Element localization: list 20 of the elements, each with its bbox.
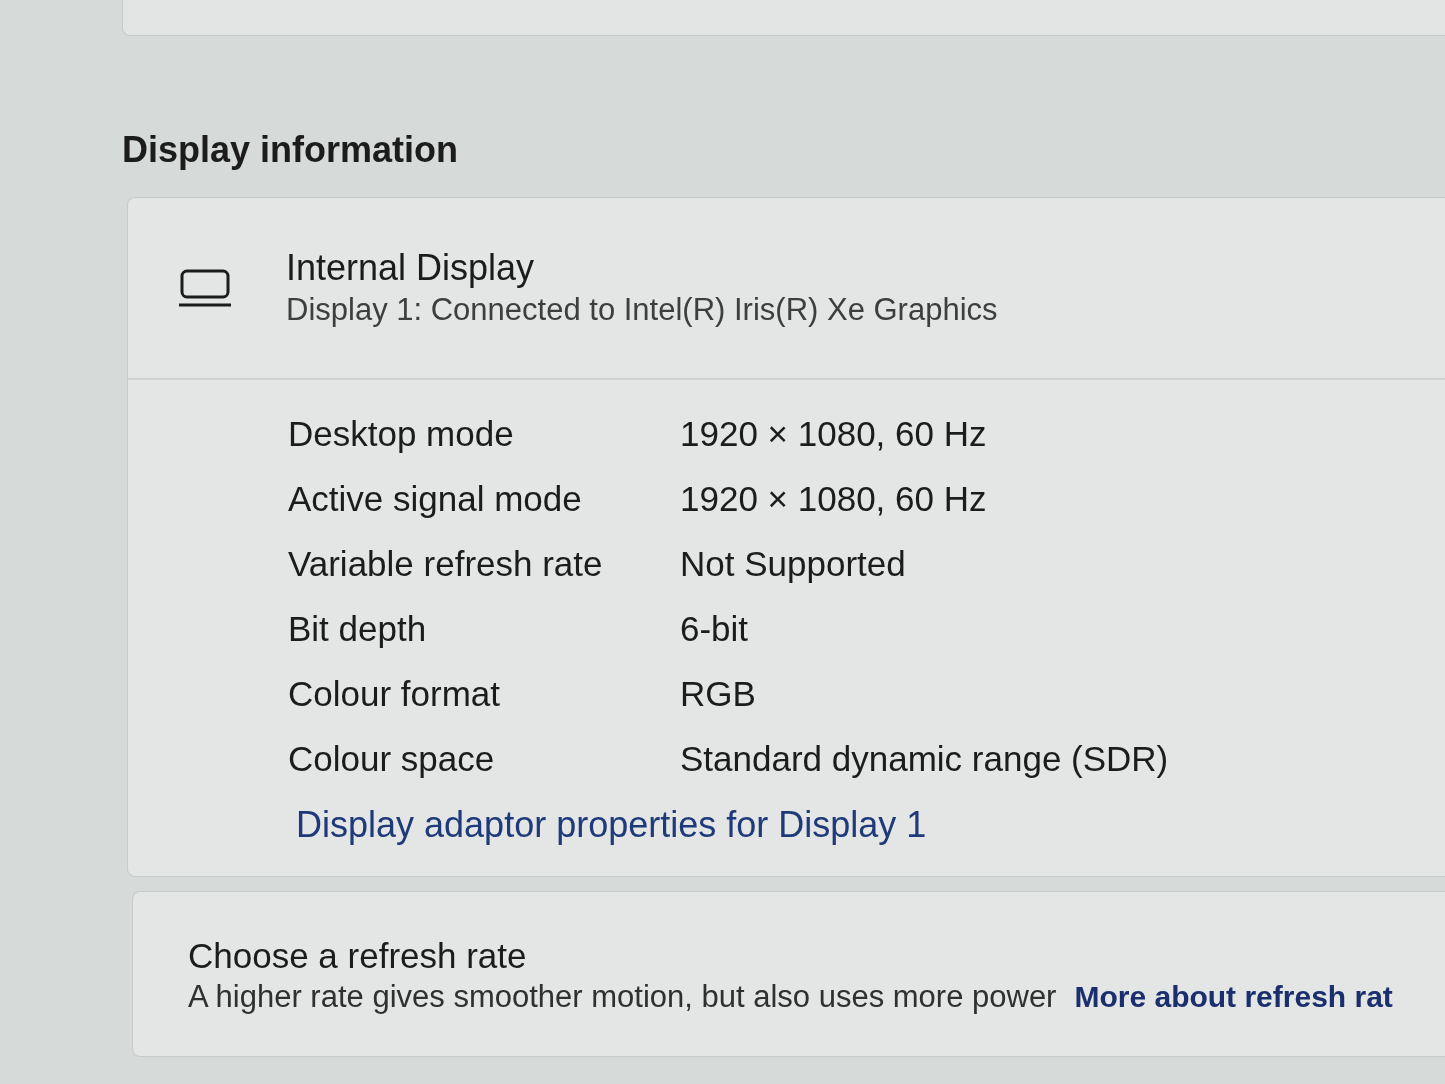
detail-value: RGB bbox=[680, 673, 756, 714]
detail-label: Active signal mode bbox=[288, 478, 582, 519]
detail-label: Desktop mode bbox=[288, 413, 514, 454]
refresh-rate-link[interactable]: More about refresh rat bbox=[1074, 978, 1393, 1016]
detail-value: Not Supported bbox=[680, 543, 906, 584]
laptop-icon bbox=[179, 269, 231, 307]
display-name: Internal Display bbox=[286, 248, 535, 288]
detail-value: Standard dynamic range (SDR) bbox=[680, 738, 1169, 779]
detail-label: Colour format bbox=[288, 673, 501, 714]
refresh-rate-title: Choose a refresh rate bbox=[188, 936, 527, 976]
section-heading: Display information bbox=[122, 129, 459, 171]
detail-label: Variable refresh rate bbox=[288, 543, 603, 584]
detail-label: Bit depth bbox=[288, 608, 427, 649]
detail-value: 1920 × 1080, 60 Hz bbox=[680, 413, 987, 454]
detail-label: Colour space bbox=[288, 738, 495, 779]
detail-value: 1920 × 1080, 60 Hz bbox=[680, 478, 987, 519]
display-subtitle: Display 1: Connected to Intel(R) Iris(R) Xe Graphics bbox=[286, 292, 998, 328]
adaptor-properties-link[interactable]: Display adaptor properties for Display 1 bbox=[296, 804, 927, 846]
detail-value: 6-bit bbox=[680, 608, 749, 649]
refresh-rate-description: A higher rate gives smoother motion, but also uses more power bbox=[188, 978, 1057, 1016]
